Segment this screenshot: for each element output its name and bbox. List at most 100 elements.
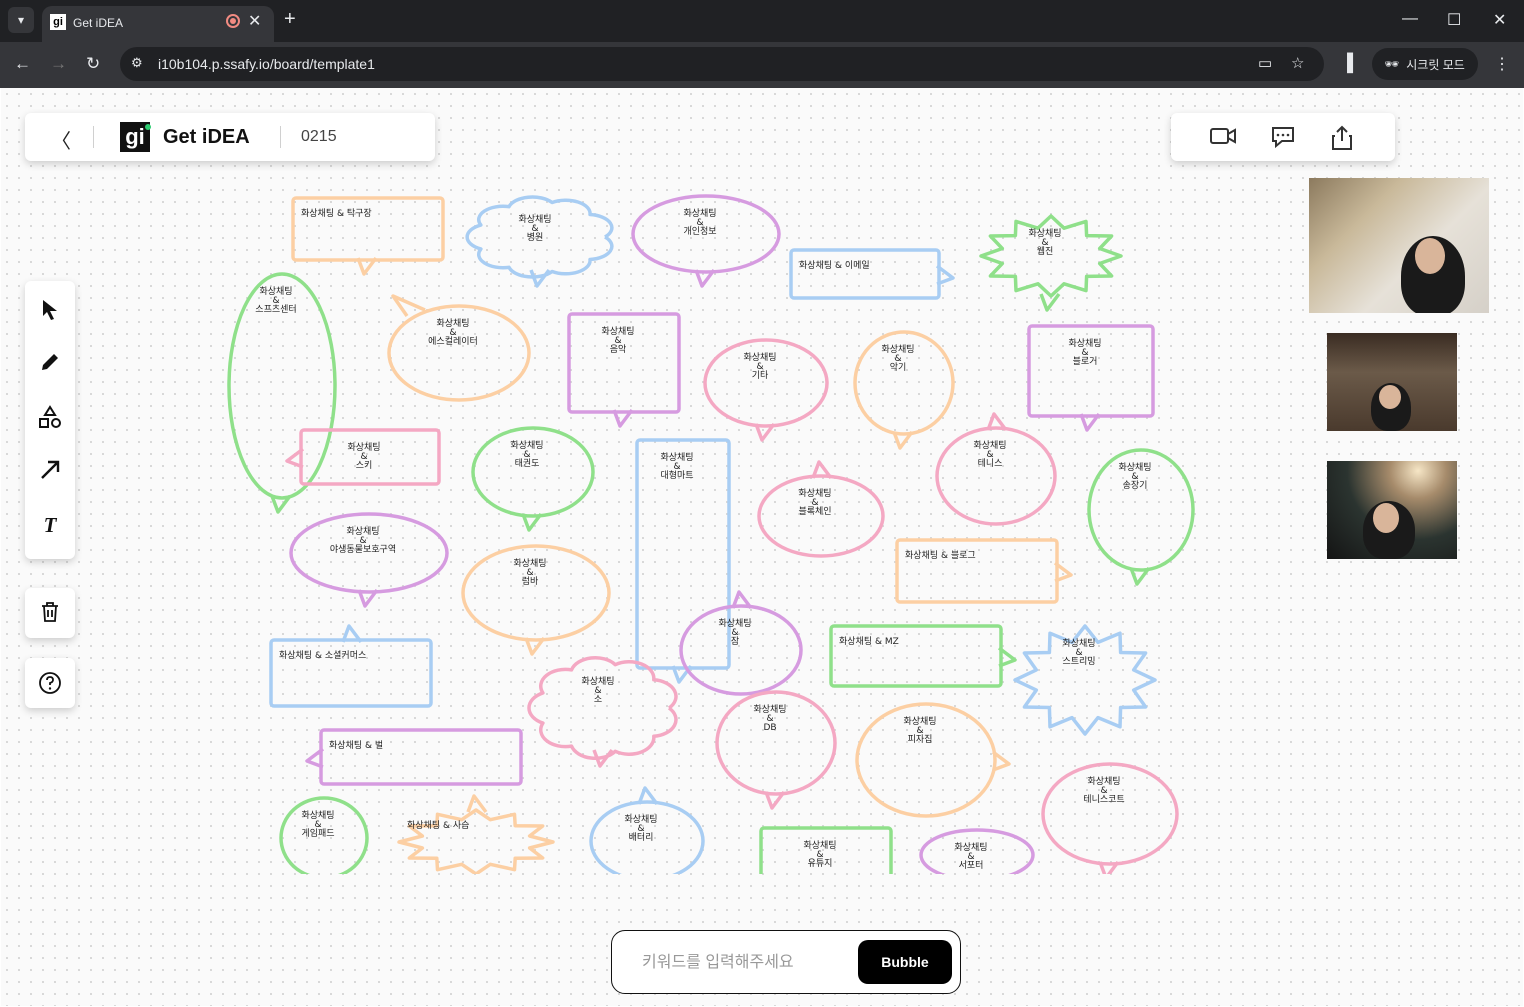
site-settings-icon[interactable]: ⚙ [131,55,143,71]
speech-bubble[interactable]: 화상채팅&음악 [567,312,681,428]
bubble-outline [397,808,555,874]
app-logo: gi [120,122,151,152]
incognito-badge[interactable]: 🕶 시크릿 모드 [1372,48,1478,80]
bubble-keyword: 웹진 [1037,246,1054,257]
speech-bubble[interactable]: 화상채팅&유튜지 [759,826,893,874]
speech-bubble[interactable]: 화상채팅&피자집 [855,702,1011,818]
reload-icon[interactable]: ↻ [86,54,100,74]
speech-bubble[interactable]: 화상채팅&악기 [853,330,955,450]
speech-bubble[interactable]: 화상채팅&병원 [465,195,614,288]
speech-bubble[interactable]: 화상채팅 & 벌 [305,728,523,786]
address-bar[interactable]: ⚙ i10b104.p.ssafy.io/board/template1 ▭ ☆ [120,47,1324,81]
speech-bubble[interactable]: 화상채팅 & 블로그 [895,538,1073,604]
divider [93,126,94,148]
share-icon[interactable] [1331,125,1353,157]
bubble-keyword: 서포터 [959,860,984,871]
speech-bubble[interactable]: 화상채팅 & 사슴 [397,794,555,874]
tab-title: Get iDEA [73,16,124,30]
new-tab-plus-icon[interactable]: + [284,8,296,31]
speech-bubble[interactable]: 화상채팅&스트리밍 [1013,624,1157,736]
bubble-keyword: 화상채팅 & 벌 [329,740,383,751]
bubble-keyword: 스키 [356,460,373,471]
speech-bubble[interactable]: 화상채팅 & 소셜커머스 [269,624,433,708]
browser-toolbar: ← → ↻ ⚙ i10b104.p.ssafy.io/board/templat… [0,42,1524,88]
pen-icon[interactable] [25,351,75,379]
speech-bubble[interactable]: 화상채팅&럼바 [461,544,611,656]
speech-bubble[interactable]: 화상채팅&잠 [679,590,803,696]
select-cursor-icon[interactable] [25,299,75,327]
speech-bubble[interactable]: 화상채팅&스프츠센터 [227,272,337,514]
bubble-keyword: 게임패드 [301,827,334,839]
bubble-keyword: 잠 [731,636,739,647]
speech-bubble[interactable]: 화상채팅&야생동물보호구역 [289,512,449,608]
bubble-outline [895,538,1059,604]
arrow-tool-icon[interactable] [25,459,75,487]
speech-bubble[interactable]: 화상채팅&송장기 [1087,448,1195,586]
participant-video [1327,333,1457,431]
tab-favicon: gi [50,14,66,30]
forward-arrow-icon[interactable]: → [50,54,67,74]
speech-bubble[interactable]: 화상채팅&블록체인 [757,460,885,558]
delete-button[interactable] [25,588,75,638]
board-header: 〈 gi Get iDEA 0215 [25,113,435,161]
text-tool-icon[interactable]: T [25,513,75,538]
speech-bubble[interactable]: 화상채팅&배터리 [589,786,705,874]
back-arrow-icon[interactable]: ← [14,54,31,74]
participant-face [1415,238,1445,274]
speech-bubble[interactable]: 화상채팅&테니스코트 [1041,762,1179,874]
bubble-outline [829,624,1003,688]
tab-close-icon[interactable]: ✕ [248,11,261,31]
bubble-keyword: 병원 [527,232,544,243]
speech-bubble[interactable]: 화상채팅&에스컬레이터 [387,294,531,402]
maximize-icon[interactable]: ☐ [1447,10,1461,30]
window-close-icon[interactable]: ✕ [1493,10,1506,30]
browser-tab[interactable]: gi Get iDEA ✕ [42,6,274,42]
minimize-icon[interactable]: — [1402,10,1418,28]
speech-bubble[interactable]: 화상채팅&서포터 [919,828,1035,874]
speech-bubble[interactable]: 화상채팅&웹진 [979,214,1123,312]
speech-bubble[interactable]: 화상채팅&개인정보 [631,194,781,288]
recording-icon [226,14,240,28]
bubble-layer[interactable]: 화상채팅 & 탁구장화상채팅&병원화상채팅&개인정보화상채팅 & 이메일화상채팅… [221,188,1211,874]
drawing-toolbar: T [25,281,75,559]
bubble-outline [269,638,433,708]
speech-bubble[interactable]: 화상채팅&게임패드 [279,796,369,874]
keyword-input[interactable] [642,951,852,975]
logo-text: gi [125,124,145,149]
bubble-keyword: 럼바 [522,575,539,587]
speech-bubble[interactable]: 화상채팅&소 [527,655,678,768]
video-camera-icon[interactable] [1209,125,1237,153]
shapes-icon[interactable] [25,405,75,435]
speech-bubble[interactable]: 화상채팅 & 탁구장 [291,196,445,276]
incognito-icon: 🕶 [1384,57,1400,71]
camera-indicator-icon[interactable]: ▭ [1258,54,1272,72]
browser-tab-strip: ▾ gi Get iDEA ✕ + — ☐ ✕ [0,0,1524,42]
mindmap-canvas[interactable]: 화상채팅 & 탁구장 화상채팅 & 병원 화상채팅 & 개인정보 화상채팅 & 이메일 화상채팅… [221,188,1211,874]
bubble-keyword: 스트리밍 [1062,656,1095,667]
bubble-keyword: 화상채팅 & MZ [839,636,899,647]
incognito-label: 시크릿 모드 [1406,57,1465,72]
speech-bubble[interactable]: 화상채팅&블로거 [1027,324,1155,432]
speech-bubble[interactable]: 화상채팅 & 이메일 [789,248,955,300]
bookmark-star-icon[interactable]: ☆ [1291,54,1304,72]
keyword-input-bar: Bubble [611,930,961,994]
browser-menu-icon[interactable]: ⋮ [1494,54,1510,74]
speech-bubble[interactable]: 화상채팅&태권도 [471,426,595,532]
speech-bubble[interactable]: 화상채팅&테니스 [935,412,1057,526]
speech-bubble[interactable]: 화상채팅 & MZ [829,624,1017,688]
bubble-keyword: 송장기 [1123,480,1148,491]
board-viewport: 〈 gi Get iDEA 0215 T 화상채팅 & 탁구장 화상채팅 & 병… [1,88,1523,1006]
bubble-keyword: 화상채팅 & 소셜커머스 [279,650,366,661]
help-button[interactable] [25,658,75,708]
url-text[interactable]: i10b104.p.ssafy.io/board/template1 [158,56,375,72]
back-chevron-icon[interactable]: 〈 [51,125,71,154]
side-panel-icon[interactable]: ▐ [1341,53,1353,73]
bubble-button[interactable]: Bubble [858,940,952,984]
bubble-keyword: 에스컬레이터 [428,336,478,347]
speech-bubble[interactable]: 화상채팅&DB [715,690,837,810]
speech-bubble[interactable]: 화상채팅&기타 [703,338,829,442]
speech-bubble[interactable]: 화상채팅&스키 [285,428,441,486]
chat-bubble-icon[interactable] [1270,125,1296,155]
tab-list-chevron-icon[interactable]: ▾ [8,7,34,33]
participant-face [1373,503,1399,533]
